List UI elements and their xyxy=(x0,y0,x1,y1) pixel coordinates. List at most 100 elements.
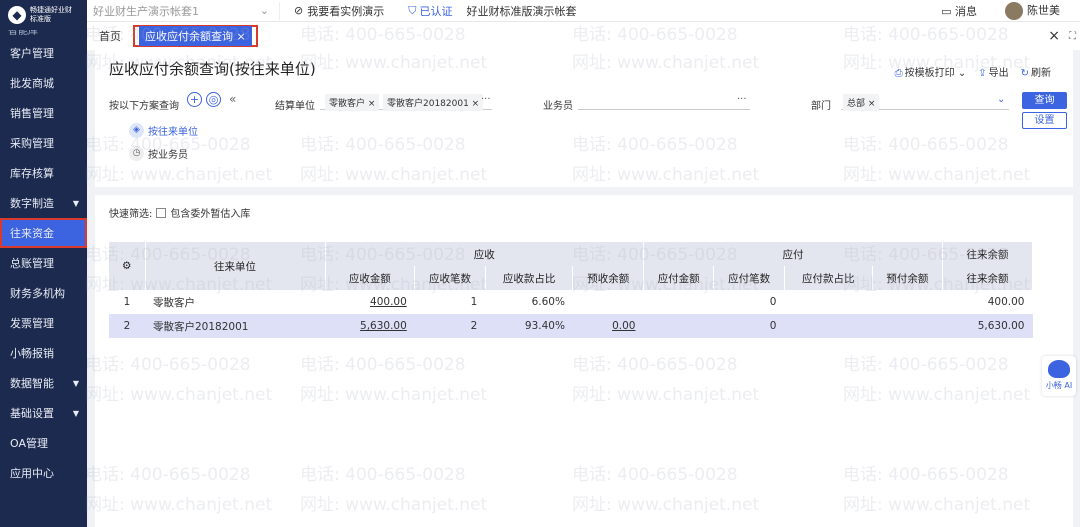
verified-badge: ⛉ 已认证 xyxy=(408,3,452,19)
user-name: 陈世美 xyxy=(1027,3,1060,17)
settings-button[interactable]: 设置 xyxy=(1022,112,1067,129)
sidebar-item-partial[interactable]: 智能库 xyxy=(0,30,87,38)
sidebar-item[interactable]: 应用中心 xyxy=(0,458,87,488)
col-header[interactable]: 应收金额 xyxy=(325,266,416,290)
print-button[interactable]: ⎙ 按模板打印 ⌄ xyxy=(895,64,967,79)
export-icon: ⇪ xyxy=(978,68,987,79)
col-header[interactable]: 应付款占比 xyxy=(784,266,873,290)
scheme-by-salesman[interactable]: ◷ 按业务员 xyxy=(129,146,188,161)
sidebar-item[interactable]: 财务多机构 xyxy=(0,278,87,308)
include-outsourced-label: 包含委外暂估入库 xyxy=(170,209,251,220)
salesman-label: 业务员 xyxy=(543,101,573,112)
table-row[interactable]: 1 零散客户 400.00 1 6.60% 0 400.00 xyxy=(109,290,1033,314)
salesman-input[interactable] xyxy=(578,109,750,110)
col-header[interactable]: 应收笔数 xyxy=(414,266,486,290)
main-panel: 应收应付余额查询(按往来单位) ⎙ 按模板打印 ⌄ ⇪ 导出 ↻ 刷新 按以下方案查询… xyxy=(95,50,1073,527)
sidebar-item[interactable]: 批发商城 xyxy=(0,68,87,98)
include-outsourced-checkbox[interactable] xyxy=(156,207,167,218)
demo-link[interactable]: ⊘ 我要看实例演示 xyxy=(294,3,384,19)
sidebar-item[interactable]: 小畅报销 xyxy=(0,338,87,368)
ai-assistant-button[interactable]: 小畅 AI xyxy=(1042,356,1076,396)
sidebar-item[interactable]: 数字制造 ▼ xyxy=(0,188,87,218)
column-settings-icon[interactable]: ⚙ xyxy=(109,242,146,290)
logo-edition: 标准版 xyxy=(30,15,51,23)
export-button[interactable]: ⇪ 导出 xyxy=(978,64,1008,79)
col-group-balance: 往来余额 xyxy=(942,242,1033,266)
caret-down-icon: ▼ xyxy=(72,378,79,388)
sidebar-item[interactable]: 库存核算 xyxy=(0,158,87,188)
tab-label: 应收应付余额查询 xyxy=(145,30,233,43)
col-header[interactable]: 应收款占比 xyxy=(485,266,574,290)
col-header[interactable]: 应付笔数 xyxy=(713,266,785,290)
tab-bar: 首页 应收应付余额查询 × × ⛶ xyxy=(87,22,1080,50)
settle-unit-label: 结算单位 xyxy=(275,101,315,112)
account-select-value: 好业财生产演示帐套1 xyxy=(93,4,199,18)
col-header[interactable]: 往来余额 xyxy=(942,266,1033,290)
col-header[interactable]: 预收余额 xyxy=(572,266,644,290)
settle-more-icon[interactable]: ··· xyxy=(481,94,491,105)
close-all-tabs-icon[interactable]: × xyxy=(1048,28,1060,44)
refresh-button[interactable]: ↻ 刷新 xyxy=(1021,64,1051,79)
chevron-down-icon: ⌄ xyxy=(259,4,269,17)
verified-label: 已认证 xyxy=(419,4,453,18)
account-description: 好业财标准版演示帐套 xyxy=(466,4,577,18)
sidebar-item[interactable]: 发票管理 xyxy=(0,308,87,338)
balance-table: ⚙ 往来单位 应收 应付 往来余额 应收金额 应收笔数 应收款占比 预收余额 应… xyxy=(109,242,1033,338)
salesman-more-icon[interactable]: ··· xyxy=(737,94,747,105)
close-icon[interactable]: × xyxy=(237,30,246,43)
tab-home[interactable]: 首页 xyxy=(87,28,133,44)
chevron-down-icon: ⌄ xyxy=(957,68,967,79)
query-button[interactable]: 查询 xyxy=(1022,92,1067,109)
quick-filter-label: 快速筛选: xyxy=(109,209,153,220)
sidebar-nav: 智能库 客户管理 批发商城 销售管理 采购管理 库存核算 数字制造 ▼ 往来资金 总账管理 财务多机… xyxy=(0,30,87,488)
scheme-by-unit[interactable]: ◈ 按往来单位 xyxy=(129,123,198,138)
demo-link-label: 我要看实例演示 xyxy=(307,4,385,18)
sidebar-item[interactable]: 销售管理 xyxy=(0,98,87,128)
tab-ar-ap-balance[interactable]: 应收应付余额查询 × xyxy=(133,25,258,47)
shield-icon: ⛉ xyxy=(408,3,417,17)
app-logo[interactable]: ◆ 畅捷通好业财 标准版 xyxy=(0,0,87,30)
sidebar-item[interactable]: 采购管理 xyxy=(0,128,87,158)
dept-label: 部门 xyxy=(811,101,831,112)
page-title: 应收应付余额查询(按往来单位) xyxy=(109,60,316,78)
settle-chip[interactable]: 零散客户20182001 × xyxy=(383,94,484,111)
caret-down-icon: ▼ xyxy=(72,408,79,418)
account-select[interactable]: 好业财生产演示帐套1 ⌄ xyxy=(87,1,280,20)
user-menu[interactable]: 陈世美 xyxy=(1005,1,1060,20)
dept-chip[interactable]: 总部 × xyxy=(843,94,880,111)
sidebar: ◆ 畅捷通好业财 标准版 智能库 客户管理 批发商城 销售管理 采购管理 库存核算 数字制造… xyxy=(0,0,87,527)
sidebar-item[interactable]: OA管理 xyxy=(0,428,87,458)
ar-amount-link[interactable]: 5,630.00 xyxy=(325,314,415,338)
sidebar-item[interactable]: 往来资金 xyxy=(0,218,87,248)
table-row[interactable]: 2 零散客户20182001 5,630.00 2 93.40% 0.00 0 … xyxy=(109,314,1033,338)
clock-icon: ◷ xyxy=(129,146,144,161)
col-group-receivable: 应收 xyxy=(325,242,644,266)
ai-assistant-label: 小畅 AI xyxy=(1045,381,1073,390)
link-icon: ⊘ xyxy=(294,4,304,17)
sidebar-item[interactable]: 数据智能 ▼ xyxy=(0,368,87,398)
robot-icon xyxy=(1048,360,1070,378)
logo-brand: 畅捷通好业财 xyxy=(30,6,72,14)
ar-amount-link[interactable]: 400.00 xyxy=(325,290,415,314)
quick-filter: 快速筛选: 包含委外暂估入库 xyxy=(109,205,250,220)
refresh-icon: ↻ xyxy=(1020,68,1029,79)
add-scheme-icon[interactable]: + xyxy=(187,92,202,107)
col-header[interactable]: 应付金额 xyxy=(643,266,715,290)
settle-chip[interactable]: 零散客户 × xyxy=(325,94,380,111)
settings-icon[interactable]: ◎ xyxy=(206,92,221,107)
messages-label: 消息 xyxy=(955,4,977,18)
sidebar-item[interactable]: 总账管理 xyxy=(0,248,87,278)
sidebar-item[interactable]: 客户管理 xyxy=(0,38,87,68)
collapse-icon[interactable]: « xyxy=(229,92,236,107)
sidebar-item[interactable]: 基础设置 ▼ xyxy=(0,398,87,428)
printer-icon: ⎙ xyxy=(894,68,903,79)
adv-recv-link[interactable]: 0.00 xyxy=(572,314,644,338)
avatar xyxy=(1005,1,1023,20)
message-icon: ▭ xyxy=(941,4,952,18)
chevron-down-icon[interactable]: ⌄ xyxy=(997,94,1005,105)
top-bar: 好业财生产演示帐套1 ⌄ ⊘ 我要看实例演示 ⛉ 已认证 好业财标准版演示帐套 … xyxy=(87,0,1080,22)
toolbar: ⎙ 按模板打印 ⌄ ⇪ 导出 ↻ 刷新 xyxy=(895,64,1051,79)
col-header[interactable]: 预付余额 xyxy=(872,266,944,290)
fullscreen-icon[interactable]: ⛶ xyxy=(1069,31,1076,42)
messages-button[interactable]: ▭ 消息 xyxy=(941,3,977,19)
